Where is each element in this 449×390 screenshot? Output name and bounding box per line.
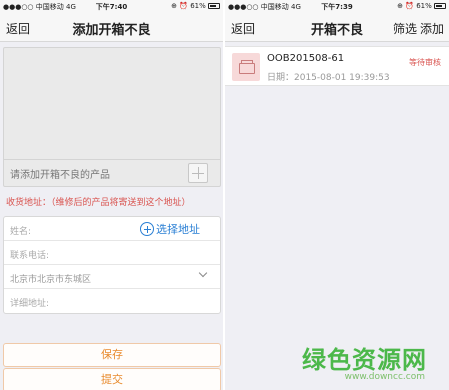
add-circle-icon	[140, 222, 154, 236]
nav-bar: 返回 开箱不良 筛选 添加	[225, 12, 449, 42]
divider	[4, 159, 220, 160]
address-form: 姓名: 选择地址 联系电话: 北京市北京市东城区 详细地址:	[3, 216, 221, 314]
product-box-icon	[232, 53, 260, 81]
status-badge: 等待审核	[409, 58, 441, 67]
clock: 下午7:39	[321, 3, 353, 11]
detail-address-field[interactable]: 详细地址:	[4, 289, 220, 313]
add-photo-button[interactable]	[188, 163, 208, 183]
battery-icon	[208, 3, 220, 9]
battery-icon	[434, 3, 446, 9]
name-field[interactable]: 姓名: 选择地址	[4, 217, 220, 241]
carrier-label: ●●●○○ 中国移动 4G	[3, 3, 76, 11]
phone-field[interactable]: 联系电话:	[4, 241, 220, 265]
region-value: 北京市北京市东城区	[10, 275, 92, 285]
phone-placeholder: 联系电话:	[10, 251, 50, 261]
filter-button[interactable]: 筛选	[393, 20, 417, 37]
carrier-label: ●●●○○ 中国移动 4G	[228, 3, 301, 11]
status-right: ⊕ ⏰ 61%	[397, 2, 446, 10]
order-date: 日期：2015-08-01 19:39:53	[267, 73, 390, 83]
oob-list-screen: ●●●○○ 中国移动 4G 下午7:39 ⊕ ⏰ 61% 返回 开箱不良 筛选 …	[225, 0, 449, 390]
status-bar: ●●●○○ 中国移动 4G 下午7:39 ⊕ ⏰ 61%	[225, 0, 449, 12]
page-title: 添加开箱不良	[72, 23, 151, 38]
product-photo-area: 请添加开箱不良的产品	[3, 47, 221, 187]
list-item[interactable]: OOB201508-61 日期：2015-08-01 19:39:53 等待审核	[225, 46, 449, 86]
status-indicators: ⊕ ⏰ 61%	[397, 2, 432, 10]
order-number: OOB201508-61	[267, 53, 345, 64]
detail-placeholder: 详细地址:	[10, 299, 50, 309]
add-button[interactable]: 添加	[420, 20, 444, 37]
photo-hint: 请添加开箱不良的产品	[10, 170, 110, 181]
watermark-url: www.downcc.com	[344, 372, 425, 382]
watermark-logo: 绿色资源网	[302, 346, 427, 374]
status-right: ⊕ ⏰ 61%	[171, 2, 220, 10]
clock: 下午7:40	[95, 3, 128, 11]
region-select[interactable]: 北京市北京市东城区	[4, 265, 220, 289]
address-note: 收货地址：（维修后的产品将寄送到这个地址）	[6, 198, 191, 208]
status-indicators: ⊕ ⏰ 61%	[171, 2, 206, 10]
select-address-button[interactable]: 选择地址	[140, 221, 200, 237]
nav-bar: 返回 添加开箱不良	[0, 12, 223, 42]
name-placeholder: 姓名:	[10, 227, 32, 237]
select-address-label: 选择地址	[156, 223, 200, 236]
submit-button[interactable]: 提交	[3, 368, 221, 390]
save-button[interactable]: 保存	[3, 343, 221, 367]
add-oob-screen: ●●●○○ 中国移动 4G 下午7:40 ⊕ ⏰ 61% 返回 添加开箱不良 请…	[0, 0, 223, 390]
status-bar: ●●●○○ 中国移动 4G 下午7:40 ⊕ ⏰ 61%	[0, 0, 223, 12]
chevron-down-icon	[198, 268, 208, 278]
